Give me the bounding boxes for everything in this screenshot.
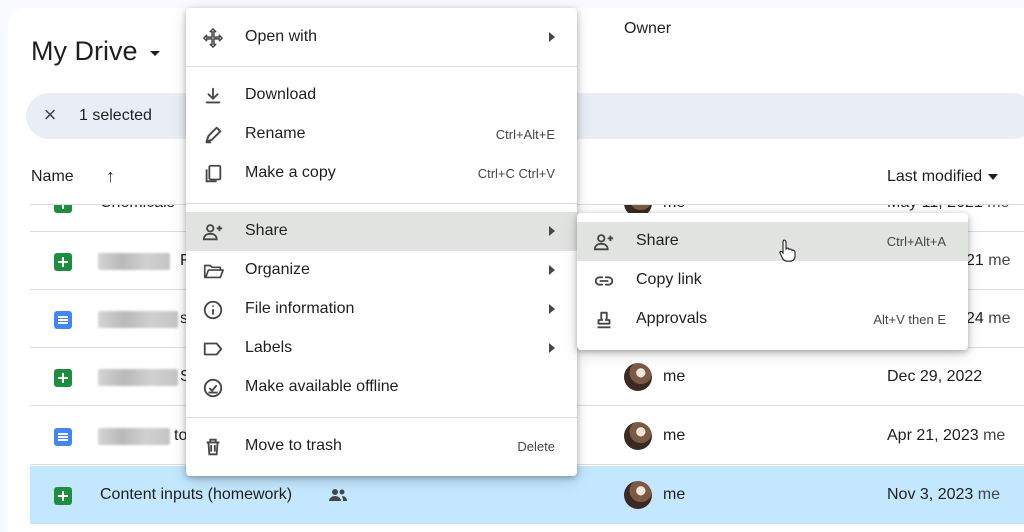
shared-users-icon (329, 489, 347, 501)
menu-divider (186, 417, 577, 418)
keyboard-shortcut: Alt+V then E (873, 312, 946, 327)
chevron-right-icon (549, 304, 555, 314)
person-add-icon (593, 234, 614, 251)
person-add-icon (202, 224, 223, 241)
chevron-right-icon (549, 343, 555, 353)
date-text: Dec 29, 2022 (887, 368, 983, 385)
submenu-item-label: Copy link (636, 271, 702, 288)
chevron-right-icon (549, 226, 555, 236)
date-text: Apr 21, 2023 (887, 427, 979, 444)
menu-item-make-available-offline[interactable]: Make available offline (186, 368, 577, 407)
owner-name: me (663, 368, 686, 385)
sheets-file-icon (54, 487, 72, 505)
menu-item-move-to-trash[interactable]: Move to trash Delete (186, 427, 577, 466)
owner-name: me (663, 427, 686, 444)
menu-item-labels[interactable]: Labels (186, 329, 577, 368)
submenu-item-label: Approvals (636, 310, 708, 327)
chevron-down-icon (149, 51, 160, 56)
file-name: Content inputs (homework) (100, 486, 293, 503)
date-text: Nov 3, 2023 (887, 486, 974, 503)
selection-count: 1 selected (79, 107, 152, 124)
date-modifier: me (977, 486, 1000, 503)
keyboard-shortcut: Delete (517, 439, 555, 454)
close-icon[interactable]: × (40, 104, 60, 126)
column-header-owner[interactable]: Owner (624, 20, 671, 38)
copy-icon (205, 164, 222, 183)
docs-file-icon (54, 311, 72, 329)
menu-item-share[interactable]: Share (186, 212, 577, 251)
download-icon (205, 87, 221, 104)
page-title[interactable]: My Drive (31, 36, 160, 67)
date-modifier: me (983, 427, 1006, 444)
date-text: 21 (966, 252, 984, 269)
menu-item-label: Make available offline (245, 378, 399, 395)
menu-item-label: Make a copy (245, 164, 336, 181)
share-submenu: Share Ctrl+Alt+A Copy link Approvals Alt… (577, 213, 968, 350)
redacted-file-name (98, 253, 170, 270)
context-menu: Open with Download Rename Ctrl+Alt+E Mak… (186, 8, 577, 476)
menu-item-label: Move to trash (245, 437, 342, 454)
last-modified-date: 24 me (966, 310, 1010, 328)
menu-divider (186, 203, 577, 204)
date-modifier: me (988, 310, 1011, 327)
avatar (624, 481, 652, 509)
menu-item-open-with[interactable]: Open with (186, 18, 577, 57)
last-modified-date: Nov 3, 2023 me (887, 486, 1000, 504)
menu-item-organize[interactable]: Organize (186, 251, 577, 290)
sort-arrow-up-icon[interactable]: ↑ (106, 166, 115, 187)
folder-open-icon (203, 264, 224, 279)
menu-item-make-a-copy[interactable]: Make a copy Ctrl+C Ctrl+V (186, 154, 577, 193)
date-text: 24 (966, 310, 984, 327)
menu-item-download[interactable]: Download (186, 76, 577, 115)
keyboard-shortcut: Ctrl+Alt+E (495, 127, 555, 142)
docs-file-icon (54, 428, 72, 446)
info-icon (203, 300, 223, 320)
keyboard-shortcut: Ctrl+C Ctrl+V (477, 166, 555, 181)
chevron-down-icon (988, 174, 999, 180)
avatar (624, 422, 652, 450)
last-modified-date: 21 me (966, 252, 1010, 270)
menu-item-rename[interactable]: Rename Ctrl+Alt+E (186, 115, 577, 154)
move-arrows-icon (203, 28, 223, 48)
menu-item-label: Rename (245, 125, 306, 142)
menu-divider (186, 66, 577, 67)
menu-item-label: Download (245, 86, 317, 103)
label-icon (203, 342, 223, 356)
hand-pointer-cursor-icon (779, 239, 796, 262)
redacted-file-name (98, 369, 178, 386)
sheets-file-icon (54, 253, 72, 271)
chevron-right-icon (549, 265, 555, 275)
menu-item-label: Open with (245, 28, 318, 45)
redacted-file-name (98, 311, 178, 328)
trash-icon (206, 438, 220, 456)
menu-item-label: Labels (245, 339, 293, 356)
submenu-item-label: Share (636, 232, 679, 249)
menu-item-label: Share (245, 222, 288, 239)
chevron-right-icon (549, 32, 555, 42)
submenu-item-share[interactable]: Share Ctrl+Alt+A (577, 222, 968, 261)
last-modified-date: Dec 29, 2022 (887, 368, 982, 386)
date-modifier: me (988, 252, 1011, 269)
column-header-last-modified-label: Last modified (887, 168, 983, 185)
pencil-icon (205, 126, 222, 144)
sheets-file-icon (54, 369, 72, 387)
submenu-item-approvals[interactable]: Approvals Alt+V then E (577, 300, 968, 339)
link-icon (594, 276, 614, 286)
owner-name: me (663, 486, 686, 503)
stamp-icon (597, 311, 611, 329)
offline-check-icon (203, 378, 223, 398)
keyboard-shortcut: Ctrl+Alt+A (886, 234, 946, 249)
page-title-text: My Drive (31, 36, 138, 66)
column-header-name[interactable]: Name (31, 168, 74, 186)
submenu-item-copy-link[interactable]: Copy link (577, 261, 968, 300)
menu-item-file-information[interactable]: File information (186, 290, 577, 329)
redacted-file-name (98, 428, 170, 445)
column-header-last-modified[interactable]: Last modified (887, 168, 999, 186)
last-modified-date: Apr 21, 2023 me (887, 427, 1005, 445)
menu-item-label: Organize (245, 261, 310, 278)
menu-item-label: File information (245, 300, 355, 317)
avatar (624, 363, 652, 391)
